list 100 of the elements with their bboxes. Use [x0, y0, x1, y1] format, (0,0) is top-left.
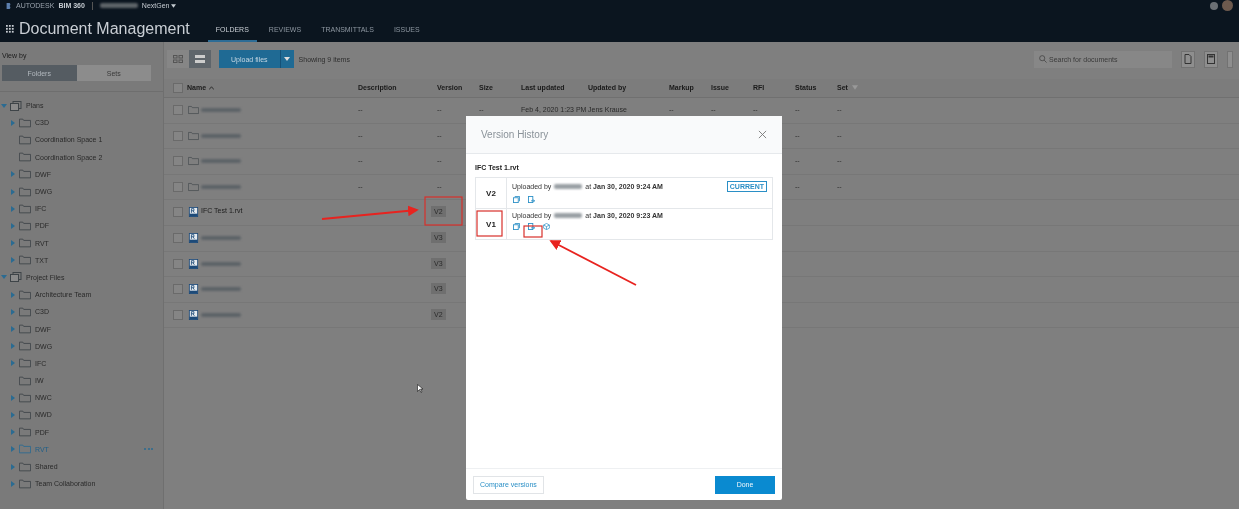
- expand-caret-icon[interactable]: [10, 446, 16, 453]
- calculator-button[interactable]: [1204, 50, 1218, 68]
- grid-icon: [173, 55, 183, 63]
- redacted-text: [201, 261, 241, 266]
- select-all-checkbox[interactable]: [173, 83, 183, 93]
- folder-icon: [19, 169, 31, 180]
- row-checkbox[interactable]: [173, 181, 183, 192]
- expand-caret-icon[interactable]: [1, 102, 7, 109]
- folder-icon: [19, 341, 31, 352]
- stacked-folders-icon: [10, 272, 22, 283]
- file-icon: [188, 232, 199, 243]
- expand-caret-icon[interactable]: [10, 360, 16, 367]
- row-checkbox[interactable]: [173, 284, 183, 295]
- caret-icon[interactable]: [171, 3, 177, 8]
- folder-icon: [19, 375, 31, 386]
- file-icon: [188, 309, 199, 320]
- copy-icon[interactable]: [513, 196, 520, 203]
- expand-caret-icon[interactable]: [10, 205, 16, 212]
- folder-icon: [19, 117, 31, 128]
- expand-caret-icon[interactable]: [10, 394, 16, 401]
- list-icon: [195, 55, 205, 63]
- redacted-text: [554, 184, 583, 189]
- app-title: Document Management: [19, 20, 190, 39]
- document-tool-button[interactable]: [1181, 50, 1195, 68]
- redacted-text: [201, 184, 241, 189]
- folder-icon: [188, 105, 199, 115]
- expand-caret-icon[interactable]: [10, 171, 16, 178]
- expand-caret-icon[interactable]: [10, 188, 16, 195]
- logo-icon: [6, 1, 12, 10]
- expand-caret-icon[interactable]: [10, 411, 16, 418]
- folder-icon: [188, 181, 199, 192]
- redacted-text: [201, 133, 241, 138]
- list-view-button[interactable]: [189, 50, 211, 68]
- redacted-text: [201, 235, 241, 240]
- folder-icon: [19, 203, 31, 214]
- folder-icon: [19, 255, 31, 266]
- expand-caret-icon[interactable]: [10, 222, 16, 229]
- expand-caret-icon[interactable]: [10, 308, 16, 315]
- expand-caret-icon[interactable]: [10, 463, 16, 470]
- version-label: V1: [476, 209, 507, 239]
- apps-grid-icon[interactable]: [6, 25, 14, 33]
- export-icon[interactable]: [528, 196, 535, 203]
- expand-caret-icon[interactable]: [10, 119, 16, 126]
- expand-caret-icon[interactable]: [10, 240, 16, 247]
- folder-icon: [19, 392, 31, 403]
- export-icon[interactable]: [528, 223, 535, 230]
- row-checkbox[interactable]: [173, 156, 183, 167]
- copy-icon[interactable]: [513, 223, 520, 230]
- highlight-frame: [523, 225, 543, 238]
- row-checkbox[interactable]: [173, 258, 183, 269]
- redacted-text: [99, 3, 138, 8]
- calculator-icon: [1207, 54, 1215, 64]
- folder-icon: [19, 358, 31, 369]
- folder-icon: [19, 427, 31, 438]
- cube-icon[interactable]: [543, 223, 550, 230]
- expand-caret-icon[interactable]: [10, 343, 16, 350]
- folder-icon: [19, 134, 31, 145]
- file-icon: [188, 207, 199, 218]
- folder-icon: [19, 444, 31, 455]
- folder-icon: [19, 186, 31, 197]
- expand-caret-icon[interactable]: [10, 257, 16, 264]
- folder-icon: [19, 409, 31, 420]
- redacted-text: [201, 287, 241, 292]
- help-icon[interactable]: [1210, 1, 1218, 10]
- folder-icon: [19, 306, 31, 317]
- close-icon[interactable]: [758, 130, 767, 139]
- expand-caret-icon[interactable]: [10, 480, 16, 487]
- sort-ascending-icon[interactable]: [209, 86, 214, 90]
- highlight-frame: [424, 196, 463, 226]
- filter-icon[interactable]: [852, 85, 858, 90]
- folder-icon: [19, 238, 31, 249]
- folder-icon: [19, 220, 31, 231]
- file-icon: [188, 258, 199, 269]
- row-checkbox[interactable]: [173, 309, 183, 320]
- row-checkbox[interactable]: [173, 105, 183, 115]
- file-icon: [188, 284, 199, 295]
- folder-icon: [19, 289, 31, 300]
- grid-view-button[interactable]: [167, 50, 189, 68]
- stacked-folders-icon: [10, 100, 22, 111]
- folder-icon: [19, 478, 31, 489]
- redacted-text: [554, 213, 583, 218]
- row-checkbox[interactable]: [173, 232, 183, 243]
- expand-caret-icon[interactable]: [10, 429, 16, 436]
- redacted-text: [201, 159, 241, 164]
- avatar[interactable]: [1222, 0, 1233, 11]
- expand-caret-icon[interactable]: [1, 274, 7, 281]
- expand-caret-icon[interactable]: [10, 326, 16, 333]
- folder-icon: [19, 461, 31, 472]
- folder-icon: [19, 152, 31, 163]
- expand-caret-icon[interactable]: [10, 291, 16, 298]
- folder-icon: [188, 156, 199, 167]
- toolbar-button[interactable]: [1227, 50, 1233, 68]
- redacted-text: [201, 312, 241, 317]
- dialog-title: Version History: [481, 129, 550, 140]
- document-icon: [1184, 54, 1192, 64]
- folder-icon: [188, 130, 199, 141]
- caret-icon: [284, 57, 291, 61]
- version-label: V2: [476, 178, 507, 208]
- row-checkbox[interactable]: [173, 130, 183, 141]
- row-checkbox[interactable]: [173, 207, 183, 218]
